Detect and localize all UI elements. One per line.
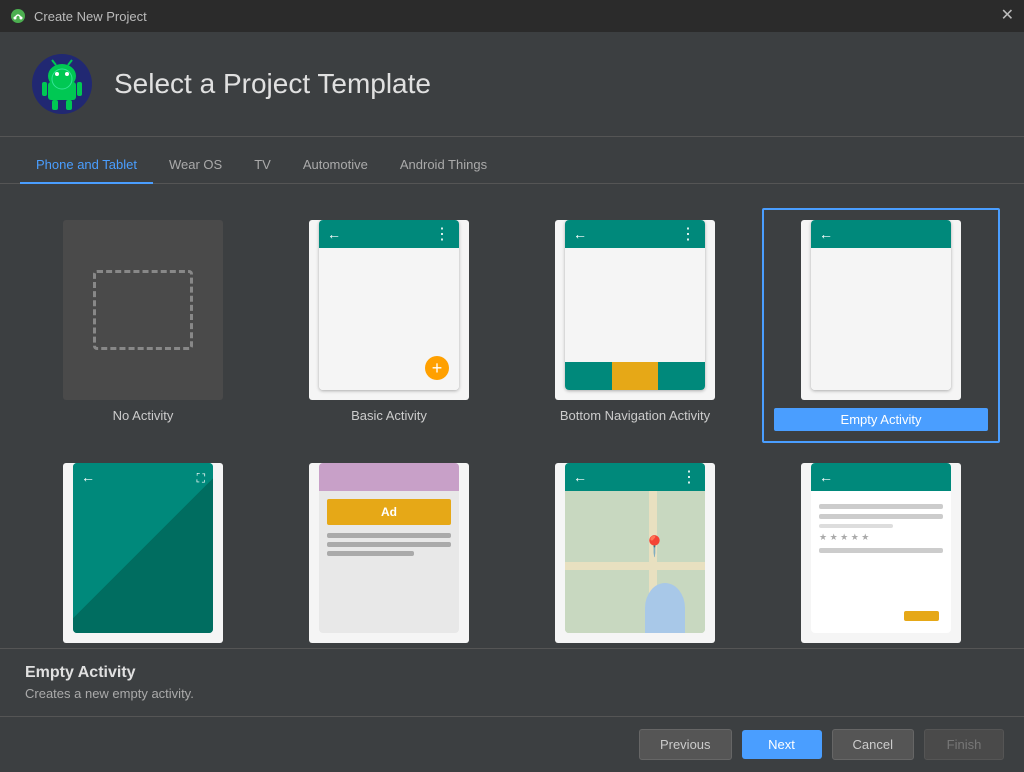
- tab-tv[interactable]: TV: [238, 147, 287, 184]
- fullscreen-mockup: ← ⛶: [73, 463, 213, 633]
- back-arrow-icon: ←: [573, 226, 587, 242]
- nav-item-3: [658, 362, 705, 390]
- back-arrow-icon: ←: [327, 226, 341, 242]
- previous-button[interactable]: Previous: [639, 729, 732, 760]
- map-road-horizontal: [565, 562, 705, 570]
- maps-preview: ← ⋮ 📍: [555, 463, 715, 643]
- bottom-nav-preview: ← ⋮: [555, 220, 715, 400]
- basic-body: +: [319, 248, 459, 390]
- bottom-nav-label: Bottom Navigation Activity: [560, 408, 710, 423]
- admob-body: Ad: [319, 491, 459, 568]
- admob-preview: Ad: [309, 463, 469, 643]
- admob-banner: Ad: [327, 499, 451, 525]
- window-title: Create New Project: [34, 9, 147, 24]
- empty-body: [811, 248, 951, 390]
- maps-toolbar: ← ⋮: [565, 463, 705, 491]
- settings-line-2: [819, 514, 943, 519]
- dashed-rect-icon: [93, 270, 193, 350]
- basic-phone-mockup: ← ⋮ +: [319, 220, 459, 390]
- template-card-admob[interactable]: Ad Google AdMob Ads Activity: [270, 451, 508, 648]
- maps-mockup: ← ⋮ 📍: [565, 463, 705, 633]
- nav-item-1: [565, 362, 612, 390]
- settings-preview: ← ★ ★ ★ ★ ★: [801, 463, 961, 643]
- expand-icon: ⛶: [197, 471, 205, 486]
- maps-body: 📍: [565, 491, 705, 633]
- tab-phone-tablet[interactable]: Phone and Tablet: [20, 147, 153, 184]
- template-card-basic-activity[interactable]: ← ⋮ + Basic Activity: [270, 208, 508, 443]
- grid-area: No Activity ← ⋮ +: [0, 184, 1024, 648]
- menu-dots-icon: ⋮: [681, 467, 697, 487]
- android-logo-icon: [30, 52, 94, 116]
- description-text: Creates a new empty activity.: [25, 686, 999, 701]
- bottom-nav-bar: [565, 362, 705, 390]
- settings-line-4: [819, 548, 943, 553]
- template-card-maps[interactable]: ← ⋮ 📍 Google Maps Activity: [516, 451, 754, 648]
- map-water: [645, 583, 685, 633]
- settings-button-preview: [904, 611, 939, 621]
- bottom-nav-mockup: ← ⋮: [565, 220, 705, 390]
- no-activity-preview: [63, 220, 223, 400]
- empty-toolbar: ←: [811, 220, 951, 248]
- empty-activity-label: Empty Activity: [774, 408, 988, 431]
- back-arrow-icon: ←: [819, 469, 833, 485]
- empty-activity-preview: ←: [801, 220, 961, 400]
- template-card-no-activity[interactable]: No Activity: [24, 208, 262, 443]
- admob-line-2: [327, 542, 451, 547]
- finish-button[interactable]: Finish: [924, 729, 1004, 760]
- settings-line-3: [819, 524, 893, 528]
- admob-toolbar: [319, 463, 459, 491]
- template-card-fullscreen[interactable]: ← ⛶ Fullscreen Activity: [24, 451, 262, 648]
- back-arrow-icon: ←: [573, 469, 587, 485]
- description-title: Empty Activity: [25, 664, 999, 682]
- fullscreen-preview: ← ⛶: [63, 463, 223, 643]
- fab-icon: +: [425, 356, 449, 380]
- fullscreen-toolbar: ←: [73, 463, 213, 491]
- template-grid: No Activity ← ⋮ +: [0, 184, 1024, 648]
- description-area: Empty Activity Creates a new empty activ…: [0, 648, 1024, 716]
- admob-line-1: [327, 533, 451, 538]
- template-card-empty-activity[interactable]: ← Empty Activity: [762, 208, 1000, 443]
- nav-item-2-active: [612, 362, 659, 390]
- template-card-bottom-nav[interactable]: ← ⋮ Bottom Nav: [516, 208, 754, 443]
- back-arrow-icon: ←: [819, 226, 833, 242]
- content: Phone and Tablet Wear OS TV Automotive A…: [0, 137, 1024, 716]
- tab-automotive[interactable]: Automotive: [287, 147, 384, 184]
- basic-toolbar: ← ⋮: [319, 220, 459, 248]
- tabs: Phone and Tablet Wear OS TV Automotive A…: [0, 147, 1024, 184]
- settings-line-1: [819, 504, 943, 509]
- map-pin-icon: 📍: [642, 534, 667, 559]
- admob-mockup: Ad: [319, 463, 459, 633]
- settings-body: ★ ★ ★ ★ ★: [811, 491, 951, 566]
- settings-toolbar: ←: [811, 463, 951, 491]
- back-arrow-icon: ←: [81, 469, 95, 485]
- empty-phone-mockup: ←: [811, 220, 951, 390]
- tab-android-things[interactable]: Android Things: [384, 147, 503, 184]
- basic-activity-preview: ← ⋮ +: [309, 220, 469, 400]
- no-activity-bg: [63, 220, 223, 400]
- title-bar-left: Create New Project: [10, 8, 147, 24]
- cancel-button[interactable]: Cancel: [832, 729, 914, 760]
- settings-mockup: ← ★ ★ ★ ★ ★: [811, 463, 951, 633]
- menu-dots-icon: ⋮: [680, 224, 697, 244]
- basic-activity-label: Basic Activity: [351, 408, 427, 423]
- no-activity-label: No Activity: [113, 408, 174, 423]
- close-button[interactable]: ✕: [1001, 8, 1014, 24]
- next-button[interactable]: Next: [742, 730, 822, 759]
- title-bar: Create New Project ✕: [0, 0, 1024, 32]
- tab-wear-os[interactable]: Wear OS: [153, 147, 238, 184]
- window: Create New Project ✕: [0, 0, 1024, 772]
- bottom-nav-body: [565, 248, 705, 390]
- template-card-settings[interactable]: ← ★ ★ ★ ★ ★ Settings A: [762, 451, 1000, 648]
- settings-stars: ★ ★ ★ ★ ★: [819, 532, 943, 543]
- admob-line-3: [327, 551, 414, 556]
- footer: Previous Next Cancel Finish: [0, 716, 1024, 772]
- menu-dots-icon: ⋮: [434, 224, 451, 244]
- page-title: Select a Project Template: [114, 68, 431, 100]
- android-studio-icon: [10, 8, 26, 24]
- bottom-nav-toolbar: ← ⋮: [565, 220, 705, 248]
- header: Select a Project Template: [0, 32, 1024, 137]
